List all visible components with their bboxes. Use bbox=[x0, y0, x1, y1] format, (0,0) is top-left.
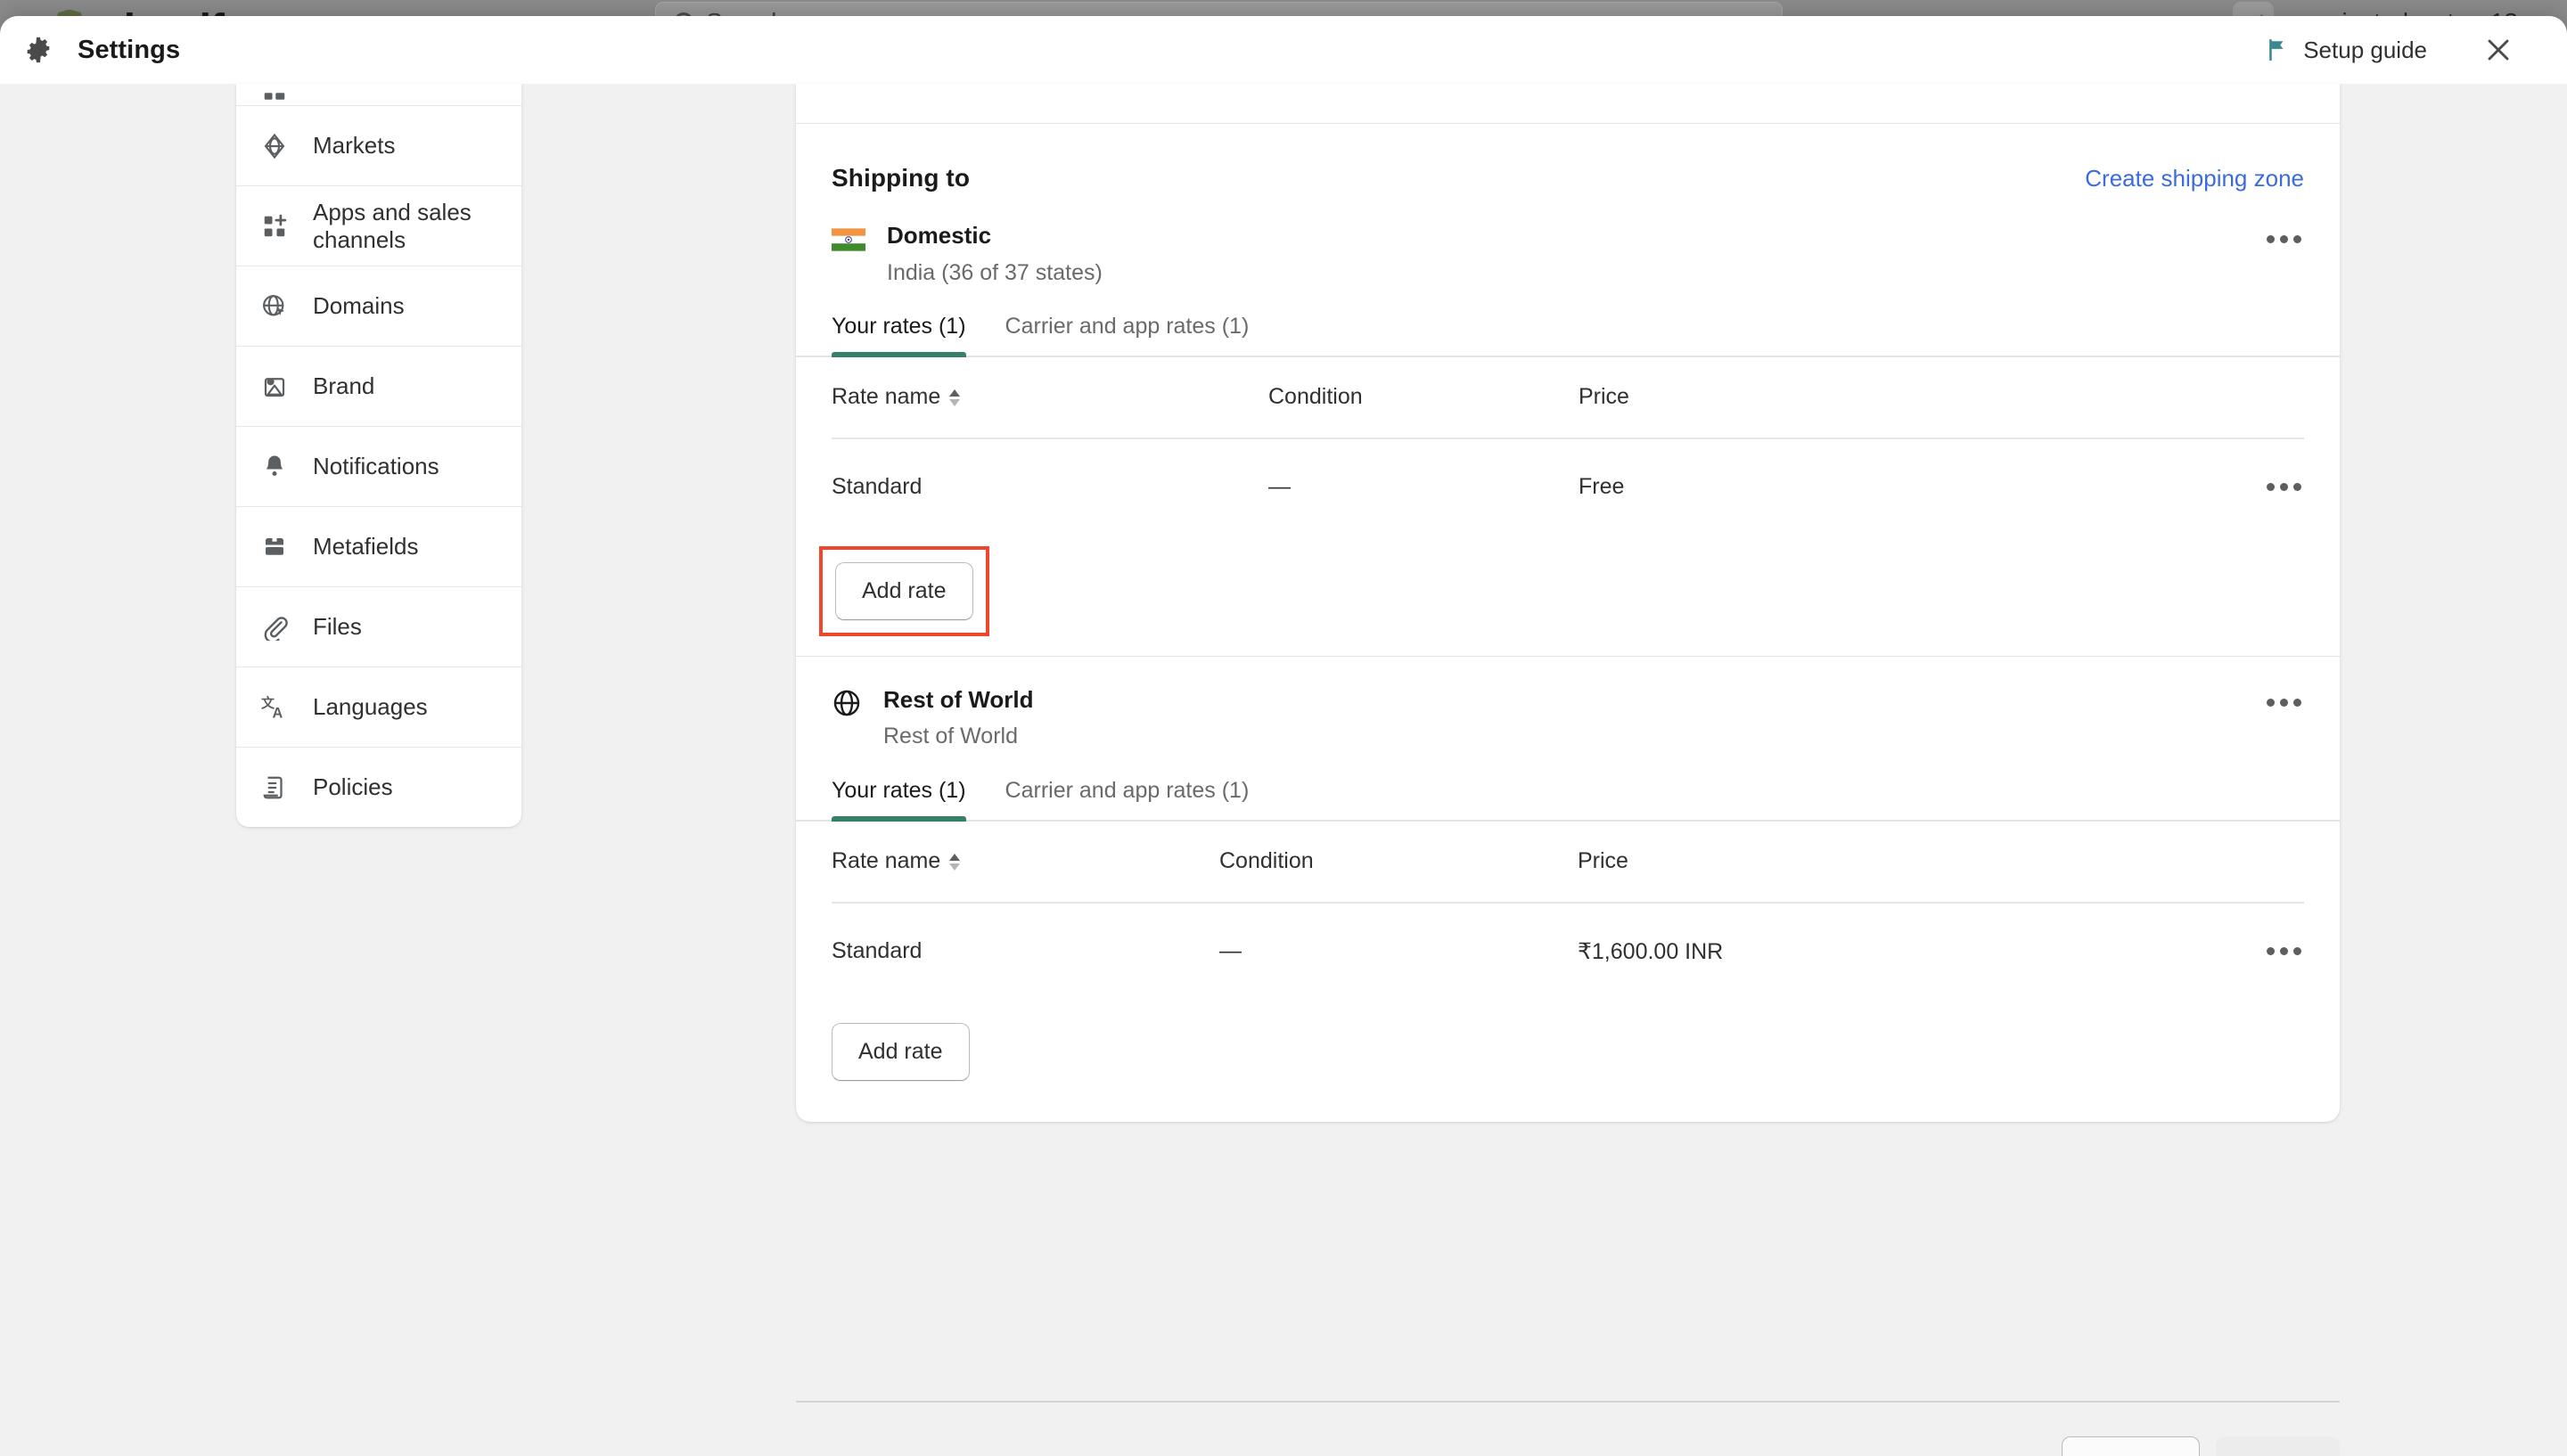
tab-carrier-and-app-rates[interactable]: Carrier and app rates (1) bbox=[1005, 778, 1250, 820]
tab-your-rates[interactable]: Your rates (1) bbox=[832, 314, 966, 357]
column-header-rate-name: Rate name bbox=[832, 848, 941, 873]
tab-carrier-and-app-rates[interactable]: Carrier and app rates (1) bbox=[1005, 314, 1250, 356]
add-rate-button[interactable]: Add rate bbox=[835, 561, 973, 620]
zone-header: Rest of World Rest of World bbox=[796, 657, 2340, 751]
zone-text: Rest of World Rest of World bbox=[883, 685, 2263, 751]
rates-table: Rate name Condition Price Standard — ₹1,… bbox=[796, 822, 2340, 1000]
close-icon bbox=[2488, 39, 2509, 61]
save-button[interactable]: Save bbox=[2216, 1436, 2340, 1456]
add-rate-area: Add rate bbox=[796, 536, 2340, 656]
table-header-row: Rate name Condition Price bbox=[832, 822, 2304, 904]
modal-header: Settings Setup guide bbox=[0, 16, 2567, 84]
sidebar-item-label: Languages bbox=[313, 693, 428, 720]
cell-condition: — bbox=[1268, 474, 1291, 500]
rates-table: Rate name Condition Price Standard — Fre… bbox=[796, 357, 2340, 536]
bell-icon bbox=[261, 454, 288, 480]
zone-header: Domestic India (36 of 37 states) bbox=[796, 192, 2340, 287]
card-section-above-partial bbox=[796, 84, 2340, 124]
shipping-zone-rest-of-world: Rest of World Rest of World Your rates (… bbox=[796, 657, 2340, 1122]
apps-icon bbox=[261, 213, 288, 240]
cell-condition: — bbox=[1219, 938, 1242, 963]
domains-icon bbox=[261, 293, 288, 320]
zone-more-actions-button[interactable] bbox=[2263, 685, 2304, 721]
discard-button[interactable]: Discard bbox=[2062, 1436, 2201, 1456]
column-header-price: Price bbox=[1578, 848, 1628, 873]
zone-subtitle: India (36 of 37 states) bbox=[887, 259, 1103, 285]
india-flag-icon bbox=[832, 227, 865, 252]
plan-icon bbox=[261, 84, 288, 105]
sidebar-item-label: Domains bbox=[313, 292, 405, 319]
sidebar-item-label: Policies bbox=[313, 773, 393, 800]
add-rate-button[interactable]: Add rate bbox=[832, 1022, 970, 1081]
zone-text: Domestic India (36 of 37 states) bbox=[887, 221, 2263, 287]
column-header-price: Price bbox=[1579, 384, 1629, 410]
markets-icon bbox=[261, 133, 288, 160]
sort-arrows-icon[interactable] bbox=[949, 389, 961, 407]
zone-rate-tabs: Your rates (1) Carrier and app rates (1) bbox=[796, 778, 2340, 822]
cell-rate-name: Standard bbox=[832, 938, 923, 963]
sidebar-item-metafields[interactable]: Metafields bbox=[236, 506, 521, 586]
sidebar-item-label: Brand bbox=[313, 372, 375, 399]
settings-sidebar: Markets Apps and sales channels Domains … bbox=[236, 84, 521, 827]
paperclip-icon bbox=[261, 614, 288, 641]
cell-rate-name: Standard bbox=[832, 474, 923, 500]
zone-rate-tabs: Your rates (1) Carrier and app rates (1) bbox=[796, 314, 2340, 357]
policies-icon bbox=[261, 774, 288, 801]
action-highlight-box: Add rate bbox=[819, 545, 989, 636]
sidebar-item-partial-above[interactable] bbox=[236, 84, 521, 105]
languages-icon: 文 A bbox=[261, 694, 288, 721]
table-row[interactable]: Standard — ₹1,600.00 INR bbox=[832, 904, 2304, 1000]
setup-guide-label: Setup guide bbox=[2303, 36, 2427, 63]
tab-your-rates[interactable]: Your rates (1) bbox=[832, 778, 966, 822]
settings-modal: Settings Setup guide Markets Apps and sa… bbox=[0, 16, 2567, 1456]
sidebar-item-label: Apps and sales channels bbox=[313, 198, 472, 253]
shipping-settings-card: Shipping to Create shipping zone Domesti… bbox=[796, 84, 2340, 1122]
column-header-condition: Condition bbox=[1268, 384, 1363, 410]
modal-body: Markets Apps and sales channels Domains … bbox=[0, 84, 2567, 1456]
sidebar-item-markets[interactable]: Markets bbox=[236, 105, 521, 185]
gear-icon bbox=[23, 35, 53, 65]
sidebar-item-files[interactable]: Files bbox=[236, 586, 521, 667]
sidebar-item-languages[interactable]: 文 A Languages bbox=[236, 667, 521, 747]
sidebar-item-brand[interactable]: Brand bbox=[236, 346, 521, 426]
table-header-row: Rate name Condition Price bbox=[832, 357, 2304, 439]
create-shipping-zone-link[interactable]: Create shipping zone bbox=[2085, 165, 2304, 192]
zone-name: Rest of World bbox=[883, 685, 1034, 713]
sidebar-item-notifications[interactable]: Notifications bbox=[236, 426, 521, 506]
page-title: Settings bbox=[78, 35, 181, 64]
save-bar: Discard Save bbox=[796, 1342, 2340, 1456]
rate-more-actions-button[interactable] bbox=[2263, 470, 2304, 505]
sidebar-item-label: Files bbox=[313, 613, 362, 640]
cell-price: ₹1,600.00 INR bbox=[1578, 938, 1724, 964]
sidebar-item-label: Markets bbox=[313, 132, 396, 159]
brand-icon bbox=[261, 373, 288, 400]
globe-icon bbox=[832, 688, 862, 718]
sidebar-item-label: Metafields bbox=[313, 533, 419, 560]
shipping-to-title: Shipping to bbox=[832, 164, 971, 192]
setup-guide-button[interactable]: Setup guide bbox=[2266, 37, 2427, 64]
close-button[interactable] bbox=[2479, 30, 2518, 70]
sidebar-item-label: Notifications bbox=[313, 453, 439, 479]
zone-subtitle: Rest of World bbox=[883, 724, 1018, 749]
flag-icon bbox=[2266, 38, 2289, 61]
svg-text:A: A bbox=[273, 705, 283, 721]
zone-name: Domestic bbox=[887, 222, 992, 249]
sidebar-item-domains[interactable]: Domains bbox=[236, 266, 521, 346]
zone-more-actions-button[interactable] bbox=[2263, 221, 2304, 257]
sidebar-item-apps-and-sales-channels[interactable]: Apps and sales channels bbox=[236, 185, 521, 266]
column-header-condition: Condition bbox=[1219, 848, 1314, 873]
metafields-icon bbox=[261, 534, 288, 560]
add-rate-area: Add rate bbox=[796, 1000, 2340, 1122]
shipping-zone-domestic: Domestic India (36 of 37 states) Your ra… bbox=[796, 192, 2340, 656]
sidebar-item-policies[interactable]: Policies bbox=[236, 747, 521, 827]
shipping-to-header: Shipping to Create shipping zone bbox=[796, 124, 2340, 192]
sort-arrows-icon[interactable] bbox=[949, 854, 961, 871]
column-header-rate-name: Rate name bbox=[832, 384, 941, 410]
rate-more-actions-button[interactable] bbox=[2263, 934, 2304, 969]
table-row[interactable]: Standard — Free bbox=[832, 439, 2304, 536]
cell-price: Free bbox=[1579, 474, 1625, 500]
save-bar-actions: Discard Save bbox=[796, 1403, 2340, 1456]
